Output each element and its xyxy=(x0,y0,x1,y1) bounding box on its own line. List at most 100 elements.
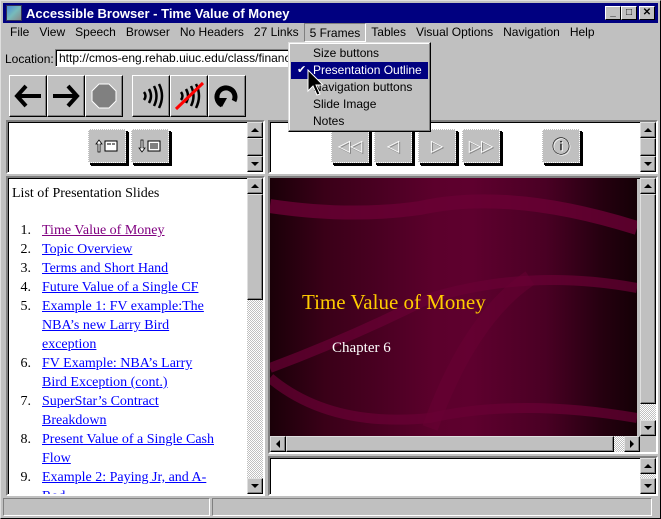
sound-waves-icon xyxy=(142,83,164,109)
slide-link-3[interactable]: Terms and Short Hand xyxy=(42,259,168,278)
scroll-up-button[interactable] xyxy=(247,122,263,138)
scroll-down-button[interactable] xyxy=(247,478,263,494)
scroll-up-button[interactable] xyxy=(640,122,656,138)
menu-navigation[interactable]: Navigation xyxy=(498,23,565,42)
close-button[interactable]: ✕ xyxy=(639,6,655,20)
scroll-up-button[interactable] xyxy=(640,178,656,194)
menu-visual-options[interactable]: Visual Options xyxy=(411,23,498,42)
notes-frame xyxy=(268,456,658,496)
scroll-left-button[interactable] xyxy=(270,436,286,452)
back-button[interactable] xyxy=(9,75,47,117)
status-bar xyxy=(3,498,658,516)
scroll-down-button[interactable] xyxy=(640,420,656,436)
increase-size-button[interactable] xyxy=(88,129,126,163)
scroll-down-button[interactable] xyxy=(247,156,263,172)
info-button[interactable]: ⓘ xyxy=(542,129,580,163)
slide-link-5[interactable]: Example 1: FV example:The NBA’s new Larr… xyxy=(42,297,222,354)
scroll-thumb[interactable] xyxy=(640,138,656,156)
minimize-button[interactable]: _ xyxy=(605,6,621,20)
list-item: 8. Present Value of a Single Cash Flow xyxy=(8,430,240,468)
sound-muted-icon xyxy=(174,81,205,111)
slide-link-6[interactable]: FV Example: NBA’s Larry Bird Exception (… xyxy=(42,354,217,392)
list-item: 2. Topic Overview xyxy=(20,240,133,259)
decrease-size-button[interactable] xyxy=(131,129,169,163)
stop-button[interactable] xyxy=(85,75,123,117)
last-slide-button[interactable]: ▷▷ xyxy=(462,129,500,163)
arrow-left-icon xyxy=(14,84,41,108)
stop-octagon-icon xyxy=(91,83,117,109)
slide-link-9[interactable]: Example 2: Paying Jr, and A-Rod xyxy=(42,468,227,494)
menu-file[interactable]: File xyxy=(5,23,34,42)
list-item: 3. Terms and Short Hand xyxy=(20,259,169,278)
nav-frame-scrollbar[interactable] xyxy=(640,122,656,172)
mouse-cursor-icon xyxy=(307,69,325,96)
arrow-left-icon xyxy=(276,440,280,448)
scroll-down-button[interactable] xyxy=(640,156,656,172)
title-bar: Accessible Browser - Time Value of Money… xyxy=(3,3,658,23)
menu-help[interactable]: Help xyxy=(565,23,600,42)
arrow-up-icon xyxy=(644,464,652,468)
arrow-up-icon xyxy=(644,128,652,132)
next-slide-icon: ▷ xyxy=(430,138,444,155)
slide-image: Time Value of Money Chapter 6 xyxy=(270,178,637,437)
menu-bar: File View Speech Browser No Headers 27 L… xyxy=(3,23,658,42)
menu-browser[interactable]: Browser xyxy=(121,23,175,42)
scroll-up-button[interactable] xyxy=(247,178,263,194)
menu-item-notes[interactable]: Notes xyxy=(291,113,428,130)
slide-link-8[interactable]: Present Value of a Single Cash Flow xyxy=(42,430,232,468)
scroll-up-button[interactable] xyxy=(640,458,656,474)
slide-list: 1. Time Value of Money 2. Topic Overview 3… xyxy=(8,221,240,494)
menu-speech[interactable]: Speech xyxy=(70,23,121,42)
notes-scrollbar[interactable] xyxy=(640,458,656,494)
scroll-thumb[interactable] xyxy=(247,194,263,300)
location-input[interactable]: http://cmos-eng.rehab.uiuc.edu/class/fin… xyxy=(55,49,295,67)
scroll-thumb[interactable] xyxy=(286,436,614,452)
location-label: Location: xyxy=(5,52,54,66)
status-pane-left xyxy=(3,498,210,516)
menu-frames[interactable]: 5 Frames xyxy=(303,23,367,42)
speak-button[interactable] xyxy=(132,75,170,117)
menu-links[interactable]: 27 Links xyxy=(249,23,304,42)
slide-link-7[interactable]: SuperStar’s Contract Breakdown xyxy=(42,392,182,430)
reload-icon xyxy=(214,85,238,108)
slide-link-1[interactable]: Time Value of Money xyxy=(42,221,165,240)
last-slide-icon: ▷▷ xyxy=(468,138,494,155)
scroll-down-button[interactable] xyxy=(640,478,656,494)
slide-vertical-scrollbar[interactable] xyxy=(640,178,656,436)
status-pane-right xyxy=(212,498,652,516)
presentation-outline-frame: List of Presentation Slides 1. Time Value… xyxy=(6,176,265,496)
mute-button[interactable] xyxy=(170,75,208,117)
maximize-button[interactable]: □ xyxy=(621,6,637,20)
scroll-thumb[interactable] xyxy=(247,138,263,156)
maximize-icon: □ xyxy=(625,7,633,18)
menu-item-size-buttons[interactable]: Size buttons xyxy=(291,45,428,62)
arrow-down-icon xyxy=(644,162,652,166)
scroll-right-button[interactable] xyxy=(624,436,640,452)
checkmark-icon: ✔ xyxy=(297,64,307,76)
size-frame-scrollbar[interactable] xyxy=(247,122,263,172)
list-item: 1. Time Value of Money xyxy=(20,221,165,240)
menu-tables[interactable]: Tables xyxy=(366,23,411,42)
menu-no-headers[interactable]: No Headers xyxy=(175,23,249,42)
arrow-up-icon xyxy=(251,184,259,188)
menu-item-slide-image[interactable]: Slide Image xyxy=(291,96,428,113)
window-title: Accessible Browser - Time Value of Money xyxy=(26,5,290,21)
list-item: 5. Example 1: FV example:The NBA’s new La… xyxy=(8,297,240,354)
previous-slide-button[interactable]: ◁ xyxy=(374,129,412,163)
first-slide-icon: ◁◁ xyxy=(337,138,363,155)
slide-link-4[interactable]: Future Value of a Single CF xyxy=(42,278,198,297)
menu-view[interactable]: View xyxy=(34,23,70,42)
next-slide-button[interactable]: ▷ xyxy=(418,129,456,163)
slide-horizontal-scrollbar[interactable] xyxy=(270,436,640,452)
slide-link-2[interactable]: Topic Overview xyxy=(42,240,132,259)
outline-scrollbar[interactable] xyxy=(247,178,263,494)
arrow-down-box-icon xyxy=(138,139,161,153)
forward-button[interactable] xyxy=(47,75,85,117)
arrow-down-icon xyxy=(251,484,259,488)
reload-button[interactable] xyxy=(208,75,246,117)
slide-subtitle: Chapter 6 xyxy=(332,340,391,356)
arrow-down-icon xyxy=(644,484,652,488)
scroll-thumb[interactable] xyxy=(640,194,656,404)
first-slide-button[interactable]: ◁◁ xyxy=(331,129,369,163)
toolbar xyxy=(9,75,246,117)
